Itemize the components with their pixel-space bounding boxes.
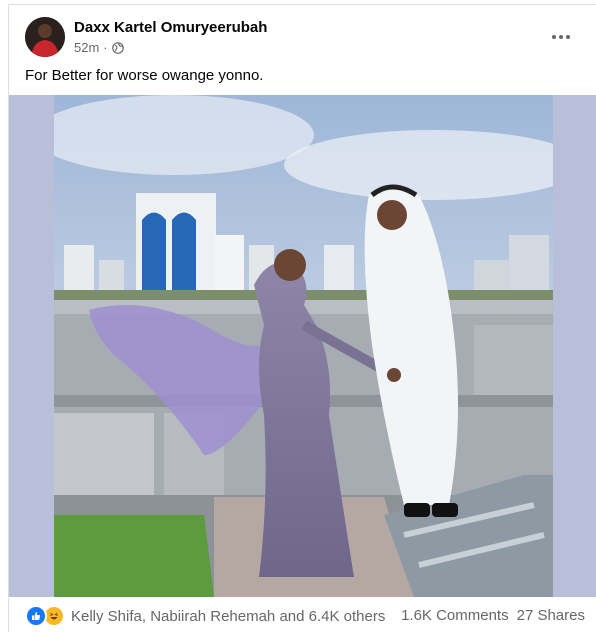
comments-count[interactable]: 1.6K Comments (401, 607, 509, 624)
like-icon (25, 605, 47, 627)
globe-icon[interactable] (111, 41, 124, 54)
post-header: Daxx Kartel Omuryeerubah 52m · (25, 17, 585, 61)
post-footer: Kelly Shifa, Nabiirah Rehemah and 6.4K o… (9, 601, 596, 631)
post-photo[interactable] (54, 95, 553, 597)
meta-separator: · (103, 40, 108, 55)
engagement-counts: 1.6K Comments 27 Shares (401, 607, 585, 624)
reaction-summary[interactable]: Kelly Shifa, Nabiirah Rehemah and 6.4K o… (25, 605, 385, 627)
post-caption: For Better for worse owange yonno. (25, 67, 264, 84)
reaction-names[interactable]: Kelly Shifa, Nabiirah Rehemah and 6.4K o… (71, 608, 385, 625)
shares-count[interactable]: 27 Shares (517, 607, 585, 624)
post-photo-frame (9, 95, 596, 597)
post-meta: 52m · (74, 40, 124, 55)
feed-post: Daxx Kartel Omuryeerubah 52m · For Bette… (8, 4, 596, 632)
author-name[interactable]: Daxx Kartel Omuryeerubah (74, 19, 267, 36)
post-time[interactable]: 52m (74, 40, 99, 55)
author-avatar[interactable] (25, 17, 65, 57)
more-options-icon[interactable] (549, 27, 573, 47)
